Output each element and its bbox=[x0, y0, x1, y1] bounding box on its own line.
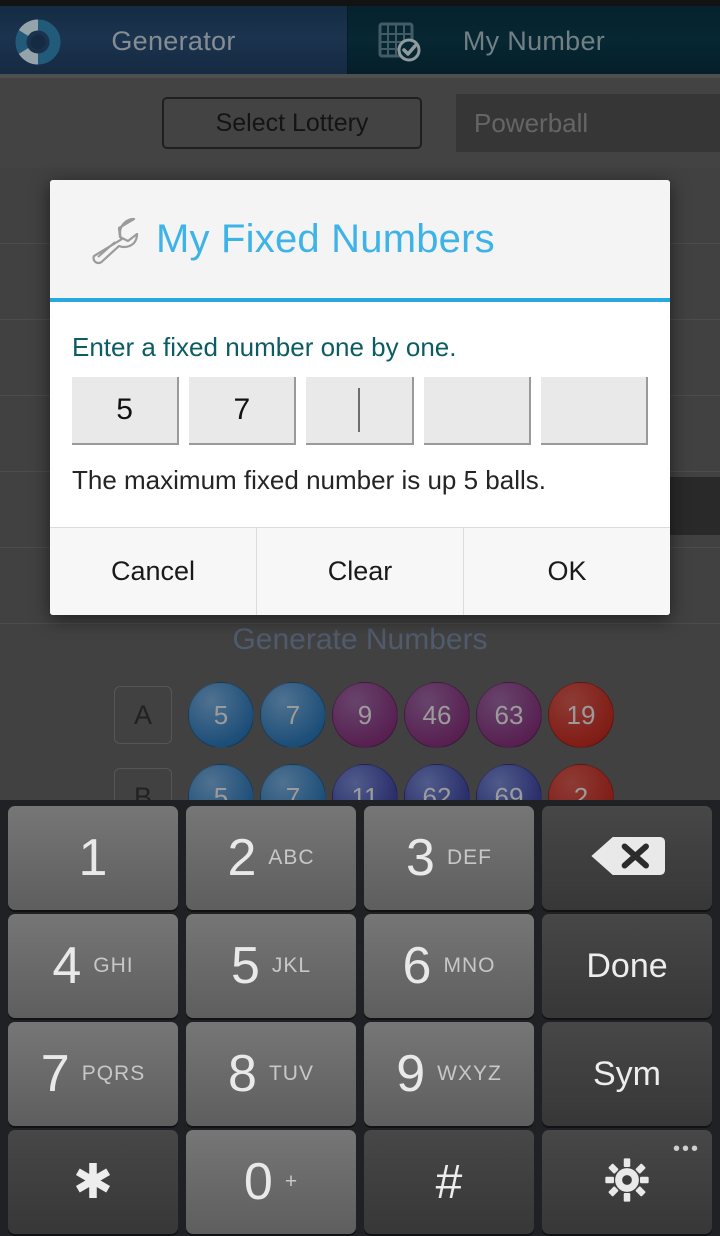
keyboard-row: 1 2 ABC 3 DEF bbox=[4, 806, 716, 910]
wrench-icon bbox=[82, 213, 144, 265]
key-sublabel: DEF bbox=[446, 846, 492, 869]
backspace-icon bbox=[589, 832, 665, 885]
key-label: 8 bbox=[228, 1045, 257, 1103]
keyboard-row: 4 GHI 5 JKL 6 MNO Done bbox=[4, 914, 716, 1018]
key-0[interactable]: 0 + bbox=[186, 1130, 356, 1234]
key-6[interactable]: 6 MNO bbox=[364, 914, 534, 1018]
dialog-prompt: Enter a fixed number one by one. bbox=[72, 332, 457, 362]
key-sublabel: ABC bbox=[268, 846, 315, 869]
key-2[interactable]: 2 ABC bbox=[186, 806, 356, 910]
key-settings[interactable]: ••• bbox=[542, 1130, 712, 1234]
key-label: 0 bbox=[243, 1153, 273, 1211]
key-sublabel: GHI bbox=[93, 954, 134, 977]
key-label: 5 bbox=[230, 937, 260, 995]
fixed-number-input-3[interactable] bbox=[306, 377, 414, 445]
dialog-button-bar: Cancel Clear OK bbox=[50, 527, 670, 615]
key-sym[interactable]: Sym bbox=[542, 1022, 712, 1126]
more-options-dots: ••• bbox=[672, 1138, 700, 1160]
dialog-note: The maximum fixed number is up 5 balls. bbox=[72, 465, 546, 495]
key-sublabel: PQRS bbox=[81, 1062, 146, 1085]
key-sublabel: + bbox=[284, 1170, 299, 1193]
key-label: ✱ bbox=[72, 1156, 114, 1209]
key-5[interactable]: 5 JKL bbox=[186, 914, 356, 1018]
key-sublabel: JKL bbox=[271, 954, 312, 977]
key-label: Done bbox=[586, 946, 668, 985]
key-sublabel: WXYZ bbox=[437, 1062, 502, 1085]
key-3[interactable]: 3 DEF bbox=[364, 806, 534, 910]
key-sublabel: TUV bbox=[268, 1062, 314, 1085]
fixed-number-input-4[interactable] bbox=[423, 377, 531, 445]
keyboard-row: 7 PQRS 8 TUV 9 WXYZ Sym bbox=[4, 1022, 716, 1126]
key-label: 2 bbox=[227, 829, 257, 887]
dialog-header: My Fixed Numbers bbox=[50, 180, 670, 302]
key-label: # bbox=[435, 1155, 463, 1209]
key-backspace[interactable] bbox=[542, 806, 712, 910]
key-sublabel: MNO bbox=[443, 954, 496, 977]
keyboard-row: ✱ 0 + # ••• bbox=[4, 1130, 716, 1234]
key-1[interactable]: 1 bbox=[8, 806, 178, 910]
fixed-numbers-dialog: My Fixed Numbers Enter a fixed number on… bbox=[50, 180, 670, 615]
key-8[interactable]: 8 TUV bbox=[186, 1022, 356, 1126]
key-label: 6 bbox=[402, 937, 432, 995]
key-label: 9 bbox=[396, 1045, 426, 1103]
ok-button[interactable]: OK bbox=[463, 528, 670, 615]
key-asterisk[interactable]: ✱ bbox=[8, 1130, 178, 1234]
key-hash[interactable]: # bbox=[364, 1130, 534, 1234]
key-label: Sym bbox=[593, 1054, 661, 1093]
cancel-button[interactable]: Cancel bbox=[50, 528, 256, 615]
text-caret bbox=[358, 388, 360, 432]
clear-button[interactable]: Clear bbox=[256, 528, 463, 615]
key-done[interactable]: Done bbox=[542, 914, 712, 1018]
fixed-number-input-5[interactable] bbox=[540, 377, 649, 445]
key-7[interactable]: 7 PQRS bbox=[8, 1022, 178, 1126]
key-label: 4 bbox=[52, 937, 82, 995]
key-9[interactable]: 9 WXYZ bbox=[364, 1022, 534, 1126]
key-label: 1 bbox=[78, 829, 108, 887]
dialog-body: Enter a fixed number one by one. 5 7 The… bbox=[50, 302, 670, 496]
key-label: 7 bbox=[40, 1045, 70, 1103]
key-4[interactable]: 4 GHI bbox=[8, 914, 178, 1018]
fixed-number-input-2[interactable]: 7 bbox=[189, 377, 297, 445]
fixed-number-inputs: 5 7 bbox=[72, 377, 649, 445]
gear-icon bbox=[601, 1154, 653, 1211]
fixed-number-input-1[interactable]: 5 bbox=[72, 377, 180, 445]
numeric-keyboard: 1 2 ABC 3 DEF 4 GHI 5 JKL 6 MNO Done 7 P… bbox=[0, 800, 720, 1236]
dialog-title: My Fixed Numbers bbox=[156, 216, 495, 261]
key-label: 3 bbox=[406, 829, 435, 887]
